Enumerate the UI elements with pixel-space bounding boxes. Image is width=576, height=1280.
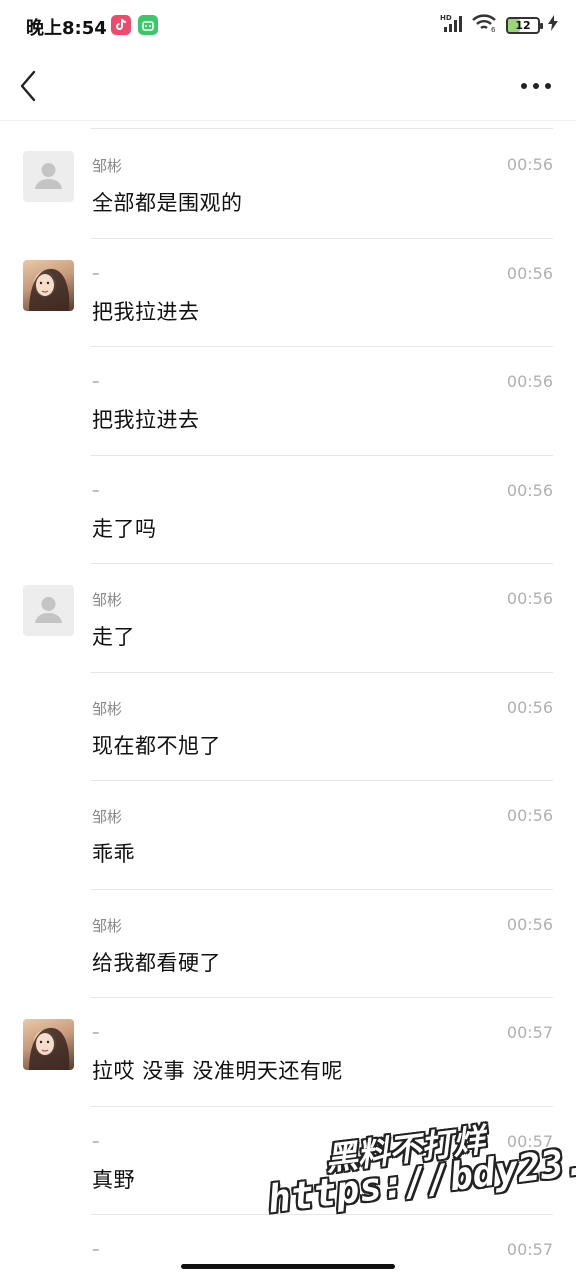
message-list[interactable]: 邹彬 00:56 全部都是围观的 – 00:56 把我拉进去 – 00:56 把… [0, 130, 576, 1280]
default-avatar[interactable] [23, 151, 74, 202]
sender-name: – [92, 1131, 100, 1150]
message-text: 真野 [92, 1167, 135, 1192]
message-text: 把我拉进去 [92, 408, 200, 432]
chevron-left-icon [20, 70, 36, 102]
message-time: 00:56 [506, 914, 553, 934]
message-text: 拉哎 没事 没准明天还有呢 [92, 1059, 343, 1083]
charging-icon [548, 15, 558, 35]
sender-name: – [92, 1023, 100, 1041]
message-time: 00:56 [506, 155, 553, 174]
app-notification-icon [138, 15, 158, 35]
message-text: 给我都看硬了 [92, 950, 221, 975]
system-status-icons: HD 6 12 [440, 14, 558, 36]
message-item[interactable]: – 00:56 走了吗 [0, 456, 576, 564]
message-text: 走了吗 [92, 516, 157, 541]
svg-text:6: 6 [491, 26, 496, 33]
battery-level: 12 [515, 18, 531, 32]
status-bar: 晚上8:54 HD 6 12 [0, 0, 576, 52]
message-time: 00:56 [506, 480, 553, 500]
message-item[interactable]: – 00:57 真野 [0, 1107, 576, 1215]
more-button[interactable] [516, 74, 556, 98]
wifi-icon: 6 [472, 13, 498, 37]
portrait-icon [29, 1027, 70, 1070]
sender-name: 邹彬 [92, 808, 123, 826]
sender-name: – [92, 372, 100, 390]
portrait-icon [29, 268, 70, 311]
status-time: 晚上8:54 [26, 18, 107, 39]
sender-name: – [92, 480, 100, 499]
user-silhouette-icon [35, 597, 62, 623]
message-time: 00:57 [506, 1023, 553, 1042]
svg-text:HD: HD [440, 14, 452, 22]
more-dots-icon [521, 83, 551, 89]
message-item[interactable]: 邹彬 00:56 现在都不旭了 [0, 673, 576, 781]
user-photo-avatar[interactable] [23, 259, 74, 311]
sender-name: 邹彬 [92, 699, 123, 718]
list-divider [91, 128, 553, 129]
sender-name: – [92, 1240, 100, 1258]
sender-name: – [92, 263, 100, 282]
message-time: 00:56 [506, 697, 553, 717]
tiktok-notification-icon [111, 15, 131, 35]
back-button[interactable] [14, 68, 44, 104]
message-text: 把我拉进去 [92, 299, 200, 324]
user-silhouette-icon [35, 163, 62, 189]
message-time: 00:56 [506, 372, 553, 391]
sender-name: 邹彬 [92, 157, 123, 175]
nav-bar [0, 52, 576, 120]
home-indicator[interactable] [181, 1264, 395, 1269]
message-text: 走了 [92, 625, 135, 649]
message-item[interactable]: 邹彬 00:56 给我都看硬了 [0, 890, 576, 998]
message-item[interactable]: 邹彬 00:56 走了 [0, 564, 576, 673]
message-time: 00:57 [506, 1131, 553, 1151]
message-item[interactable]: – 00:56 把我拉进去 [0, 239, 576, 347]
battery-icon: 12 [506, 16, 543, 34]
message-item[interactable]: 邹彬 00:56 乖乖 [0, 781, 576, 890]
message-item[interactable]: – 00:57 拉哎 没事 没准明天还有呢 [0, 998, 576, 1107]
message-text: 现在都不旭了 [92, 733, 221, 758]
message-time: 00:57 [506, 1240, 553, 1259]
sender-name: 邹彬 [92, 916, 123, 935]
signal-icon: HD [440, 13, 464, 37]
default-avatar[interactable] [23, 585, 74, 636]
header-divider [0, 120, 576, 121]
message-time: 00:56 [506, 589, 553, 608]
message-item[interactable]: – 00:57 [0, 1215, 576, 1280]
sender-name: 邹彬 [92, 591, 123, 609]
message-text: 全部都是围观的 [92, 191, 243, 215]
message-item[interactable]: – 00:56 把我拉进去 [0, 347, 576, 456]
user-photo-avatar[interactable] [23, 1019, 74, 1070]
message-time: 00:56 [506, 806, 553, 825]
message-item[interactable]: 邹彬 00:56 全部都是围观的 [0, 130, 576, 239]
message-time: 00:56 [506, 263, 553, 283]
message-text: 乖乖 [92, 842, 135, 866]
